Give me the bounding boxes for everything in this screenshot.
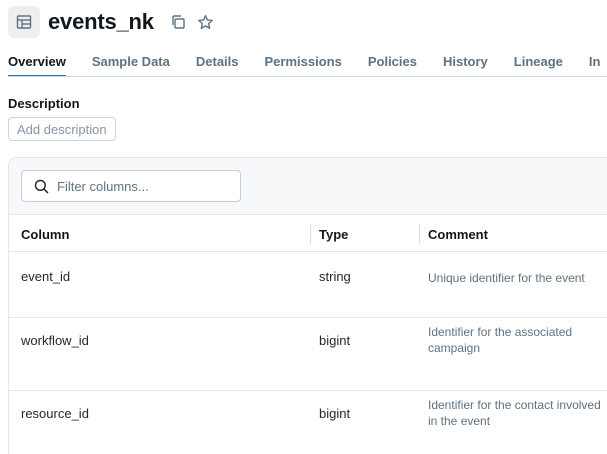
table-header: Column Type Comment bbox=[9, 216, 607, 252]
filter-columns-input[interactable] bbox=[57, 178, 227, 194]
column-resize-handle[interactable] bbox=[419, 224, 420, 244]
filter-input-wrapper[interactable] bbox=[21, 170, 241, 202]
table-row: event_id string Unique identifier for th… bbox=[9, 253, 607, 318]
column-type-cell: string bbox=[319, 269, 351, 284]
search-icon bbox=[34, 179, 49, 194]
columns-panel: Column Type Comment event_id string Uniq… bbox=[8, 157, 607, 454]
tab-details[interactable]: Details bbox=[196, 44, 239, 76]
page-title: events_nk bbox=[48, 9, 154, 34]
tab-overview[interactable]: Overview bbox=[8, 44, 66, 76]
column-type-cell: bigint bbox=[319, 333, 351, 348]
tab-permissions[interactable]: Permissions bbox=[265, 44, 342, 76]
column-name-cell: resource_id bbox=[21, 406, 89, 421]
tab-bar: Overview Sample Data Details Permissions… bbox=[8, 44, 607, 77]
column-comment-cell[interactable]: Unique identifier for the event bbox=[428, 270, 607, 286]
column-header-column[interactable]: Column bbox=[21, 227, 69, 242]
tab-sample-data[interactable]: Sample Data bbox=[92, 44, 170, 76]
page-header: events_nk bbox=[8, 5, 218, 39]
filter-bar bbox=[9, 158, 607, 215]
description-label: Description bbox=[8, 96, 80, 111]
column-resize-handle[interactable] bbox=[310, 224, 311, 244]
copy-icon[interactable] bbox=[166, 10, 190, 34]
table-row: workflow_id bigint Identifier for the as… bbox=[9, 319, 607, 391]
tab-insights[interactable]: In bbox=[589, 44, 601, 76]
table-row: resource_id bigint Identifier for the co… bbox=[9, 392, 607, 454]
tab-history[interactable]: History bbox=[443, 44, 488, 76]
add-description-button[interactable]: Add description bbox=[8, 117, 116, 141]
column-type-cell: bigint bbox=[319, 406, 351, 421]
column-name-cell: event_id bbox=[21, 269, 71, 284]
column-header-type[interactable]: Type bbox=[319, 227, 348, 242]
column-comment-cell[interactable]: Identifier for the associated campaign bbox=[428, 324, 607, 356]
column-header-comment[interactable]: Comment bbox=[428, 227, 488, 242]
table-icon bbox=[8, 6, 40, 38]
tab-policies[interactable]: Policies bbox=[368, 44, 417, 76]
column-name-cell: workflow_id bbox=[21, 333, 89, 348]
star-icon[interactable] bbox=[194, 10, 218, 34]
tab-lineage[interactable]: Lineage bbox=[514, 44, 563, 76]
column-comment-cell[interactable]: Identifier for the contact involved in t… bbox=[428, 397, 607, 429]
